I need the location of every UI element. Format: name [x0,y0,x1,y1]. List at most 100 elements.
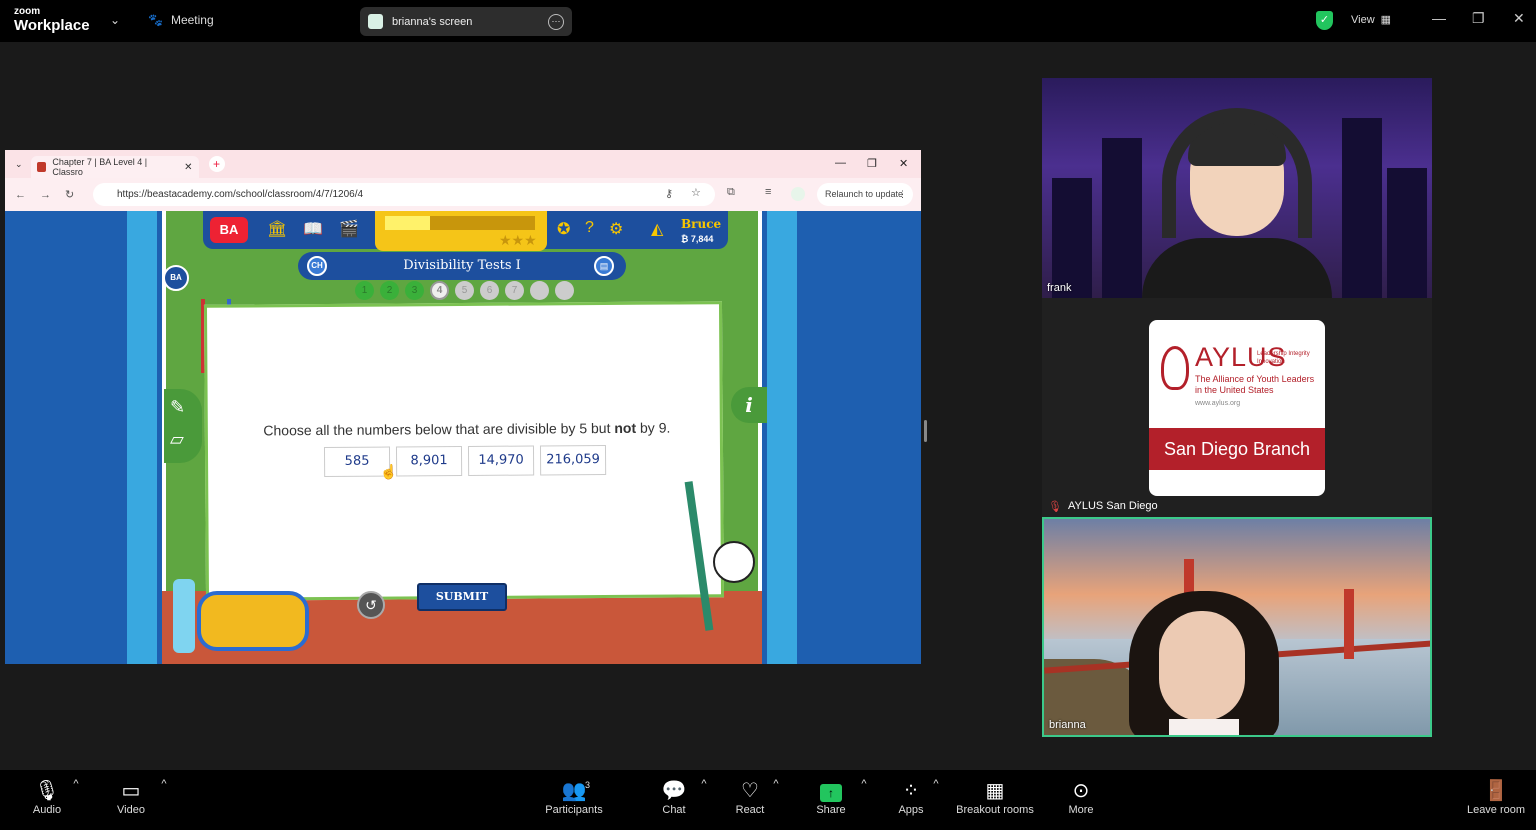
torch-icon [1161,346,1189,390]
progress-fill [385,216,430,230]
browser-restore-icon[interactable]: ❐ [867,157,877,170]
media-icon[interactable]: ≡ [765,186,771,198]
answer-option[interactable]: 8,901 [395,446,463,477]
breakout-icon: ▦ [985,780,1005,802]
logo-small-text: zoom [14,6,41,17]
aylus-tagline: Leadership Integrity Innovation [1257,351,1310,365]
problem-step[interactable] [530,281,549,300]
more-options-icon[interactable]: ··· [548,13,564,30]
aylus-subtitle: The Alliance of Youth Leaders in the Uni… [1195,374,1315,395]
settings-icon[interactable]: ⚙ [609,219,623,239]
share-icon: ↑ [820,784,842,802]
close-icon[interactable]: ✕ [1513,10,1525,27]
side-stripe [767,211,797,664]
reset-icon[interactable]: ↺ [357,591,385,619]
forward-icon[interactable]: → [40,189,51,201]
favicon-icon [36,162,47,172]
star-icon[interactable]: ☆ [691,186,701,199]
problem-step[interactable]: 5 [455,281,474,300]
leave-room-button[interactable]: 🚪 Leave room [1446,778,1536,816]
question-text: Choose all the numbers below that are di… [263,419,671,439]
tab-list-chevron-icon[interactable]: ⌄ [15,159,23,170]
relaunch-button[interactable]: Relaunch to update ⋮ [817,183,913,206]
submit-button[interactable]: SUBMIT [417,583,507,611]
problem-step[interactable]: 3 [405,281,424,300]
key-icon[interactable]: ⚷ [665,187,673,200]
meeting-label: Meeting [170,13,214,27]
participants-icon: 👥 [561,780,587,802]
video-icon[interactable]: 🎬 [339,219,359,239]
problem-step[interactable]: 7 [505,281,524,300]
aylus-logo-card: AYLUS Leadership Integrity Innovation Th… [1149,320,1325,496]
zoom-toolbar: 🎙 Audio ^ ▭ Video ^ 👥 3 Participants 💬 C… [0,770,1536,830]
meeting-menu[interactable]: 🐾 Meeting [148,13,214,27]
help-icon[interactable]: ? [585,219,594,237]
answer-option[interactable]: 216,059 [539,445,607,476]
browser-tab[interactable]: Chapter 7 | BA Level 4 | Classro ✕ [30,156,199,178]
address-bar[interactable]: https://beastacademy.com/school/classroo… [93,183,715,206]
ba-logo[interactable]: BA [210,217,248,243]
new-tab-icon[interactable]: + [208,156,225,172]
shield-icon[interactable]: ✓ [1316,11,1333,30]
home-icon[interactable]: 🏛 [267,219,287,239]
answer-option[interactable]: 14,970 [467,445,535,476]
chevron-down-icon[interactable]: ⌄ [110,13,120,27]
award-icon[interactable]: ✪ [557,219,570,239]
participant-name: brianna [1049,719,1086,731]
view-button[interactable]: View ▦ [1351,13,1391,27]
zoom-logo[interactable]: zoom Workplace [14,6,90,34]
video-tile-aylus[interactable]: AYLUS Leadership Integrity Innovation Th… [1042,298,1432,518]
tool-panel: ✎ ▱ [164,389,202,463]
tab-title: Chapter 7 | BA Level 4 | Classro [52,157,148,177]
aylus-branch: San Diego Branch [1149,428,1325,470]
breakout-rooms-button[interactable]: ▦ Breakout rooms [950,778,1040,816]
problem-step[interactable]: 4 [430,281,449,300]
react-options-icon[interactable]: ^ [770,778,782,790]
maximize-icon[interactable]: ❐ [1472,10,1485,27]
tab-close-icon[interactable]: ✕ [184,162,192,173]
splitter-handle[interactable] [924,420,927,442]
info-button[interactable]: i [731,387,767,423]
problem-step[interactable]: 6 [480,281,499,300]
screen-share-pill[interactable]: brianna's screen ··· [360,7,572,36]
more-button[interactable]: ⊙ More [1036,778,1126,816]
side-badge[interactable]: BA [163,265,189,291]
screen-thumb-icon [368,14,383,29]
pencil-icon[interactable]: ✎ [170,397,185,418]
problem-step[interactable]: 1 [355,281,374,300]
headphones-icon [1162,108,1312,238]
audio-options-icon[interactable]: ^ [70,778,82,790]
reload-icon[interactable]: ↻ [65,188,74,201]
mic-off-icon: 🎙 [1048,501,1062,513]
extensions-icon[interactable]: ⧉ [727,186,735,199]
screen-share-label: brianna's screen [392,15,473,28]
apps-options-icon[interactable]: ^ [930,778,942,790]
participant-video-frank [1142,98,1332,298]
user-name[interactable]: Bruce [681,217,721,231]
video-options-icon[interactable]: ^ [158,778,170,790]
participants-button[interactable]: 👥 3 Participants [529,778,619,816]
back-icon[interactable]: ← [15,189,26,201]
relaunch-label: Relaunch to update [825,189,904,199]
guide-book-icon[interactable]: ▤ [594,256,614,276]
chapter-badge[interactable]: CH [307,256,327,276]
profile-icon[interactable] [791,187,805,201]
video-tile-brianna[interactable]: brianna [1042,517,1432,737]
problem-steps: 1234567 [355,281,574,300]
coin-count: ₿ 7,844 [681,234,714,244]
avatar-icon[interactable]: ◭ [651,219,663,239]
apps-button[interactable]: ⁘ Apps [866,778,956,816]
eraser-icon[interactable]: ▱ [170,429,184,450]
side-stripe [127,211,157,664]
problem-step[interactable]: 2 [380,281,399,300]
book-icon[interactable]: 📖 [303,219,323,239]
minimize-icon[interactable]: — [1432,10,1446,26]
browser-close-icon[interactable]: ✕ [899,157,908,170]
stars-icon: ★★★ [499,232,537,248]
logo-main-text: Workplace [14,17,90,34]
zoom-top-bar: zoom Workplace ⌄ 🐾 Meeting brianna's scr… [0,0,1536,42]
video-tile-frank[interactable]: frank [1042,78,1432,298]
browser-minimize-icon[interactable]: — [835,157,846,169]
game-area: BA 🏛 📖 🎬 ★★★ ✪ ? ⚙ ◭ Bruce ₿ 7,844 Divis… [5,211,921,664]
problem-step[interactable] [555,281,574,300]
